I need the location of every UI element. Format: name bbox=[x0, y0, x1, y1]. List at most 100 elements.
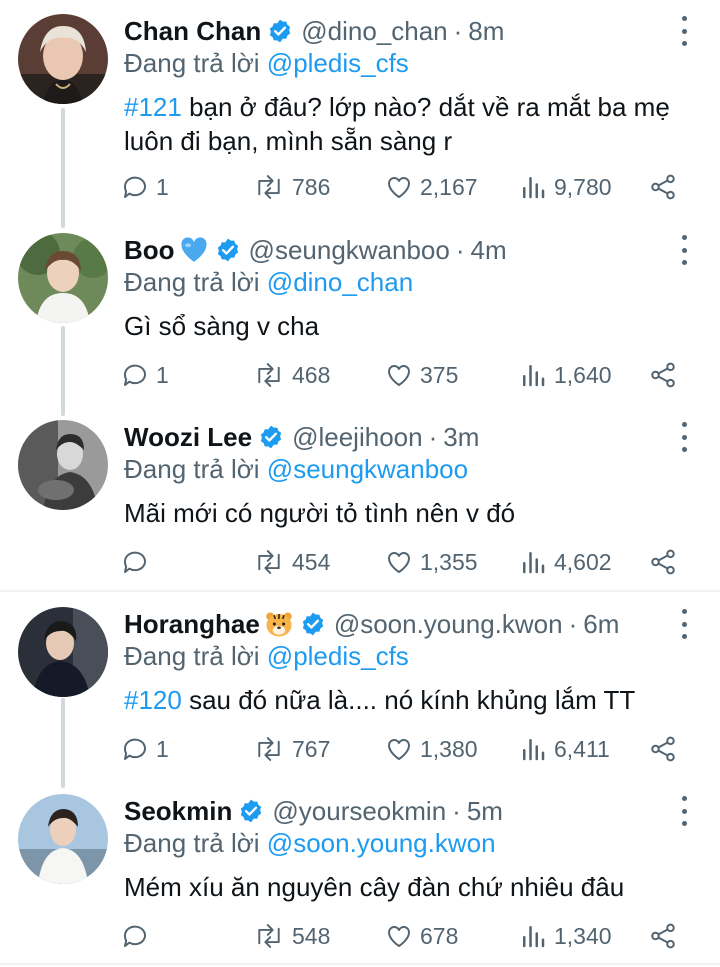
timestamp[interactable]: 4m bbox=[471, 235, 507, 266]
avatar-photo bbox=[18, 420, 108, 510]
replying-to: Đang trả lời @seungkwanboo bbox=[124, 454, 468, 485]
retweet-icon bbox=[258, 363, 280, 387]
share-button[interactable] bbox=[648, 544, 678, 580]
hashtag-link[interactable]: #121 bbox=[124, 92, 182, 122]
heart-icon bbox=[387, 177, 411, 198]
replying-to: Đang trả lời @soon.young.kwon bbox=[124, 828, 496, 859]
view-count: 4,602 bbox=[554, 548, 612, 575]
share-button[interactable] bbox=[648, 918, 678, 954]
avatar[interactable] bbox=[18, 14, 108, 104]
share-button[interactable] bbox=[648, 357, 678, 393]
reply-button[interactable] bbox=[120, 918, 156, 954]
like-button[interactable]: 1,355 bbox=[384, 544, 478, 580]
more-options-icon[interactable] bbox=[678, 422, 690, 452]
retweet-button[interactable]: 767 bbox=[252, 731, 330, 767]
views-button[interactable]: 6,411 bbox=[518, 731, 610, 767]
like-button[interactable]: 2,167 bbox=[384, 169, 478, 205]
replying-to-label: Đang trả lời bbox=[124, 828, 260, 858]
views-button[interactable]: 9,780 bbox=[518, 169, 612, 205]
tweet[interactable]: Woozi Lee @leejihoon · 3m Đang trả lời @… bbox=[0, 420, 720, 590]
reply-button[interactable]: 1 bbox=[120, 169, 169, 205]
like-count: 1,380 bbox=[420, 735, 478, 762]
retweet-button[interactable]: 548 bbox=[252, 918, 330, 954]
reply-button[interactable]: 1 bbox=[120, 731, 169, 767]
tweet-divider bbox=[0, 590, 720, 592]
view-count: 1,640 bbox=[554, 361, 612, 388]
display-name[interactable]: Boo bbox=[124, 235, 175, 266]
tweet[interactable]: Chan Chan @dino_chan · 8m Đang trả lời @… bbox=[0, 14, 720, 214]
retweet-count: 786 bbox=[292, 173, 331, 200]
like-count: 1,355 bbox=[420, 548, 478, 575]
mention-link[interactable]: @pledis_cfs bbox=[267, 641, 409, 671]
user-handle[interactable]: @seungkwanboo bbox=[249, 235, 450, 266]
hashtag-link[interactable]: #120 bbox=[124, 685, 182, 715]
retweet-button[interactable]: 468 bbox=[252, 357, 330, 393]
separator-dot: · bbox=[452, 795, 461, 826]
views-button[interactable]: 1,340 bbox=[518, 918, 612, 954]
avatar[interactable] bbox=[18, 607, 108, 697]
like-button[interactable]: 1,380 bbox=[384, 731, 478, 767]
blue-heart-icon bbox=[179, 237, 209, 263]
timestamp[interactable]: 8m bbox=[468, 16, 504, 47]
verified-icon bbox=[215, 237, 241, 263]
like-count: 2,167 bbox=[420, 173, 478, 200]
replying-to: Đang trả lời @dino_chan bbox=[124, 267, 413, 298]
timestamp[interactable]: 6m bbox=[583, 609, 619, 640]
avatar[interactable] bbox=[18, 420, 108, 510]
retweet-count: 767 bbox=[292, 735, 331, 762]
user-handle[interactable]: @dino_chan bbox=[301, 16, 447, 47]
retweet-button[interactable]: 786 bbox=[252, 169, 330, 205]
verified-icon bbox=[267, 18, 293, 44]
avatar[interactable] bbox=[18, 233, 108, 323]
timestamp[interactable]: 5m bbox=[467, 796, 503, 827]
replying-to-label: Đang trả lời bbox=[124, 267, 260, 297]
separator-dot: · bbox=[455, 234, 465, 265]
tweet[interactable]: Seokmin @yourseokmin · 5m Đang trả lời @… bbox=[0, 794, 720, 964]
tweet-header: Boo @seungkwanboo · 4m bbox=[124, 233, 507, 267]
mention-link[interactable]: @dino_chan bbox=[267, 267, 413, 297]
mention-link[interactable]: @pledis_cfs bbox=[267, 48, 409, 78]
mention-link[interactable]: @soon.young.kwon bbox=[267, 828, 496, 858]
display-name[interactable]: Horanghae bbox=[124, 609, 260, 640]
tweet-header: Seokmin @yourseokmin · 5m bbox=[124, 794, 503, 828]
tweet-header: Woozi Lee @leejihoon · 3m bbox=[124, 420, 479, 454]
more-options-icon[interactable] bbox=[678, 609, 690, 639]
share-icon bbox=[651, 362, 675, 388]
share-button[interactable] bbox=[648, 169, 678, 205]
tweet-text: Mãi mới có người tỏ tình nên v đó bbox=[124, 496, 684, 530]
tweet-actions: 1 767 1,380 6,411 bbox=[120, 731, 690, 767]
share-icon bbox=[651, 923, 675, 949]
share-button[interactable] bbox=[648, 731, 678, 767]
share-icon bbox=[651, 549, 675, 575]
like-button[interactable]: 375 bbox=[384, 357, 458, 393]
tweet-actions: 1 468 375 1,640 bbox=[120, 357, 690, 393]
user-handle[interactable]: @soon.young.kwon bbox=[334, 609, 563, 640]
views-button[interactable]: 1,640 bbox=[518, 357, 612, 393]
display-name[interactable]: Woozi Lee bbox=[124, 422, 252, 453]
views-button[interactable]: 4,602 bbox=[518, 544, 612, 580]
user-handle[interactable]: @leejihoon bbox=[292, 422, 422, 453]
reply-icon bbox=[123, 925, 146, 947]
more-options-icon[interactable] bbox=[678, 796, 690, 826]
more-options-icon[interactable] bbox=[678, 16, 690, 46]
display-name[interactable]: Chan Chan bbox=[124, 16, 261, 47]
retweet-icon bbox=[258, 175, 280, 199]
more-options-icon[interactable] bbox=[678, 235, 690, 265]
reply-count: 1 bbox=[156, 735, 169, 762]
timestamp[interactable]: 3m bbox=[443, 422, 479, 453]
like-button[interactable]: 678 bbox=[384, 918, 458, 954]
replying-to-label: Đang trả lời bbox=[124, 454, 260, 484]
reply-button[interactable]: 1 bbox=[120, 357, 169, 393]
mention-link[interactable]: @seungkwanboo bbox=[267, 454, 468, 484]
reply-icon bbox=[123, 364, 146, 386]
display-name[interactable]: Seokmin bbox=[124, 796, 232, 827]
views-icon bbox=[523, 926, 545, 948]
reply-button[interactable] bbox=[120, 544, 156, 580]
tweet[interactable]: Boo @seungkwanboo · 4m Đang trả lời @din… bbox=[0, 233, 720, 403]
retweet-icon bbox=[258, 737, 280, 761]
user-handle[interactable]: @yourseokmin bbox=[272, 796, 446, 827]
replying-to: Đang trả lời @pledis_cfs bbox=[124, 641, 409, 672]
tweet[interactable]: Horanghae @soon.young.kwon · 6m Đang trả… bbox=[0, 607, 720, 777]
retweet-button[interactable]: 454 bbox=[252, 544, 330, 580]
avatar[interactable] bbox=[18, 794, 108, 884]
